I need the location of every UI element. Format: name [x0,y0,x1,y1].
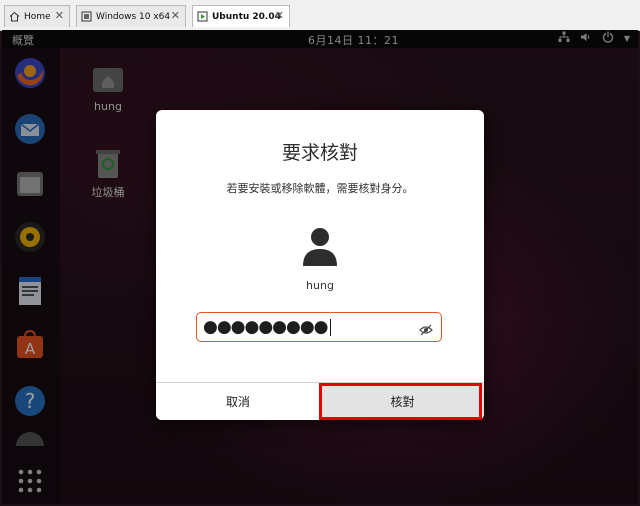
username-label: hung [306,279,334,292]
reveal-password-icon[interactable] [419,321,433,336]
tab-home-label: Home [24,11,51,22]
tab-ubuntu-label: Ubuntu 20.04 [212,11,281,22]
password-field[interactable]: ●●●●●●●●● [196,312,442,342]
close-icon[interactable]: ✕ [55,9,64,22]
tab-home[interactable]: Home ✕ [4,5,70,27]
password-mask: ●●●●●●●●● [203,317,329,337]
tab-windows-10[interactable]: Windows 10 x64 ✕ [76,5,186,27]
tab-windows-label: Windows 10 x64 [96,11,171,22]
vm-icon [81,11,92,22]
dialog-description: 若要安裝或移除軟體，需要核對身分。 [226,182,414,195]
close-icon[interactable]: ✕ [171,9,180,22]
ubuntu-guest-screen: 概覽 6月14日 11：21 ▼ A ? hung 垃圾桶 要求核對 若要安裝或… [2,30,638,504]
tab-ubuntu[interactable]: Ubuntu 20.04 ✕ [192,5,290,27]
authenticate-button-highlight [319,383,482,420]
vm-host-tab-bar: Home ✕ Windows 10 x64 ✕ Ubuntu 20.04 ✕ [0,0,640,31]
text-caret [329,318,332,336]
dialog-title: 要求核對 [281,142,358,164]
home-icon [9,11,20,22]
authentication-dialog: 要求核對 若要安裝或移除軟體，需要核對身分。 hung ●●●●●●●●● 取消… [156,110,484,420]
user-avatar-icon [302,227,338,267]
cancel-button[interactable]: 取消 [156,383,320,420]
close-icon[interactable]: ✕ [275,9,284,22]
vm-running-icon [197,11,208,22]
